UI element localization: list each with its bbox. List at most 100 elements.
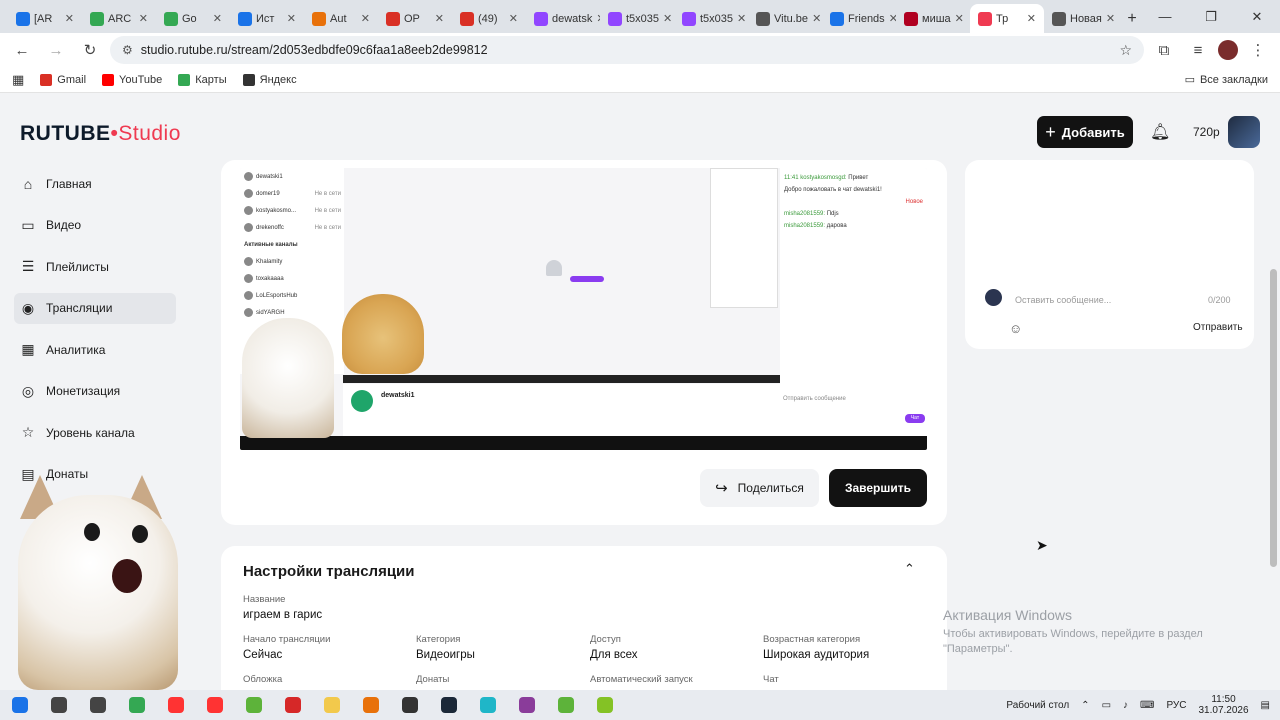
close-window-icon[interactable]: ✕: [1234, 0, 1280, 33]
media-icon[interactable]: [273, 690, 312, 720]
tab-close-icon[interactable]: ✕: [213, 12, 222, 25]
browser-tab[interactable]: t5x035 ✕: [600, 4, 674, 33]
tab-close-icon[interactable]: ✕: [65, 12, 74, 25]
user-avatar[interactable]: [1228, 116, 1260, 148]
sidebar-item[interactable]: ▦ Аналитика: [14, 334, 176, 365]
tab-close-icon[interactable]: ✕: [1027, 12, 1036, 25]
sidebar-item[interactable]: ⌂ Главная: [14, 168, 176, 199]
sidebar-item[interactable]: ◉ Трансляции: [14, 292, 176, 324]
bookmark-item[interactable]: Карты: [178, 73, 227, 86]
sidebar-item[interactable]: ☆ Уровень канала: [14, 417, 176, 448]
browser-tab[interactable]: Friends ✕: [822, 4, 896, 33]
sidebar-item[interactable]: ▭ Видео: [14, 210, 176, 241]
utorrent-icon[interactable]: [234, 690, 273, 720]
search-icon[interactable]: [39, 690, 78, 720]
browser-tab[interactable]: [AR ✕: [8, 4, 82, 33]
settings-field[interactable]: Обложка: [243, 674, 282, 689]
browser-tab[interactable]: (49) ✕: [452, 4, 526, 33]
all-bookmarks[interactable]: ▭ Все закладки: [1185, 73, 1268, 87]
browser-tab[interactable]: Тр ✕: [970, 4, 1044, 33]
clock[interactable]: 11:50 31.07.2026: [1198, 694, 1248, 716]
tab-close-icon[interactable]: ✕: [889, 12, 896, 25]
archive-icon[interactable]: [507, 690, 546, 720]
apps-grid-icon[interactable]: ▦: [12, 72, 24, 88]
share-button[interactable]: ↪ Поделиться: [700, 469, 819, 507]
bookmark-star-icon[interactable]: ☆: [1119, 42, 1132, 59]
volume-icon[interactable]: ♪: [1123, 700, 1128, 711]
chrome-icon[interactable]: [117, 690, 156, 720]
notifications-icon[interactable]: ▤: [1261, 700, 1270, 711]
tab-close-icon[interactable]: ✕: [663, 12, 672, 25]
browser-tab[interactable]: Vitu.be ✕: [748, 4, 822, 33]
tab-close-icon[interactable]: ✕: [955, 12, 964, 25]
browser-tab[interactable]: Новая ✕: [1044, 4, 1118, 33]
browser-tab[interactable]: миша ✕: [896, 4, 970, 33]
yandex-browser-icon[interactable]: [195, 690, 234, 720]
sidebar-item[interactable]: ☰ Плейлисты: [14, 251, 176, 282]
bookmark-item[interactable]: Яндекс: [242, 73, 297, 86]
language-label[interactable]: РУС: [1166, 700, 1186, 711]
back-icon[interactable]: ←: [8, 36, 36, 64]
tab-close-icon[interactable]: ✕: [361, 12, 370, 25]
extensions-icon[interactable]: ⧉: [1150, 36, 1178, 64]
settings-field[interactable]: Возрастная категория Широкая аудитория: [763, 634, 869, 661]
obs-icon[interactable]: [390, 690, 429, 720]
vpn-icon[interactable]: [468, 690, 507, 720]
settings-field[interactable]: Донаты: [416, 674, 449, 689]
quality-label[interactable]: 720p: [1193, 125, 1220, 139]
settings-field[interactable]: Автоматический запуск: [590, 674, 693, 689]
tab-close-icon[interactable]: ✕: [435, 12, 444, 25]
restore-icon[interactable]: ❐: [1188, 0, 1234, 33]
tab-close-icon[interactable]: ✕: [139, 12, 148, 25]
files-icon[interactable]: [312, 690, 351, 720]
tab-close-icon[interactable]: ✕: [812, 12, 821, 25]
bell-icon[interactable]: 🔔︎: [1150, 122, 1170, 142]
settings-field[interactable]: Категория Видеоигры: [416, 634, 475, 661]
finish-button[interactable]: Завершить: [829, 469, 927, 507]
stream-preview[interactable]: dewatski1 domer19 Не в сети kostyakosmo... Н…: [240, 168, 927, 450]
app-icon[interactable]: [351, 690, 390, 720]
reload-icon[interactable]: ↻: [76, 36, 104, 64]
task-view-icon[interactable]: [78, 690, 117, 720]
network-icon[interactable]: ▭: [1102, 700, 1111, 711]
browser-tab[interactable]: ARC ✕: [82, 4, 156, 33]
chat-send-button[interactable]: Отправить: [1193, 322, 1243, 333]
bookmark-item[interactable]: Gmail: [40, 73, 86, 86]
browser-tab[interactable]: t5x035 ✕: [674, 4, 748, 33]
url-bar[interactable]: ⚙ studio.rutube.ru/stream/2d053edbdfe09c…: [110, 36, 1144, 64]
settings-field[interactable]: Чат: [763, 674, 779, 689]
media-control-icon[interactable]: ≡: [1184, 36, 1212, 64]
chat-message-input[interactable]: Оставить сообщение...: [1015, 295, 1111, 305]
bookmark-item[interactable]: YouTube: [102, 73, 162, 86]
profile-avatar[interactable]: [1218, 40, 1238, 60]
browser-tab[interactable]: dewatsk✕: [526, 4, 600, 33]
game-icon[interactable]: [585, 690, 624, 720]
yandex-icon[interactable]: [156, 690, 195, 720]
tray-chevron-icon[interactable]: ⌃: [1081, 700, 1089, 711]
sidebar-item[interactable]: ◎ Монетизация: [14, 376, 176, 407]
rutube-studio-logo[interactable]: RUTUBE•Studio: [20, 122, 181, 146]
chevron-up-icon[interactable]: ⌃: [904, 561, 915, 577]
browser-tab[interactable]: Aut ✕: [304, 4, 378, 33]
tab-close-icon[interactable]: ✕: [737, 12, 746, 25]
site-info-icon[interactable]: ⚙: [122, 43, 133, 57]
scrollbar-thumb[interactable]: [1270, 269, 1277, 567]
steam-icon[interactable]: [429, 690, 468, 720]
tab-close-icon[interactable]: ✕: [509, 12, 518, 25]
field-name[interactable]: Название играем в гарис: [243, 594, 322, 621]
browser-tab[interactable]: Ист ✕: [230, 4, 304, 33]
tab-close-icon[interactable]: ✕: [287, 12, 296, 25]
settings-field[interactable]: Начало трансляции Сейчас: [243, 634, 330, 661]
desktop-label[interactable]: Рабочий стол: [1006, 700, 1069, 711]
emoji-icon[interactable]: ☺: [1009, 321, 1022, 336]
windows-start-icon[interactable]: [0, 690, 39, 720]
browser-menu-icon[interactable]: ⋮: [1244, 36, 1272, 64]
forward-icon[interactable]: →: [42, 36, 70, 64]
minecraft-icon[interactable]: [546, 690, 585, 720]
browser-tab[interactable]: Go ✕: [156, 4, 230, 33]
browser-tab[interactable]: OP ✕: [378, 4, 452, 33]
keyboard-icon[interactable]: ⌨: [1140, 700, 1154, 711]
add-button[interactable]: + Добавить: [1037, 116, 1133, 148]
page-scrollbar[interactable]: [1267, 94, 1280, 690]
tab-close-icon[interactable]: ✕: [1106, 12, 1115, 25]
